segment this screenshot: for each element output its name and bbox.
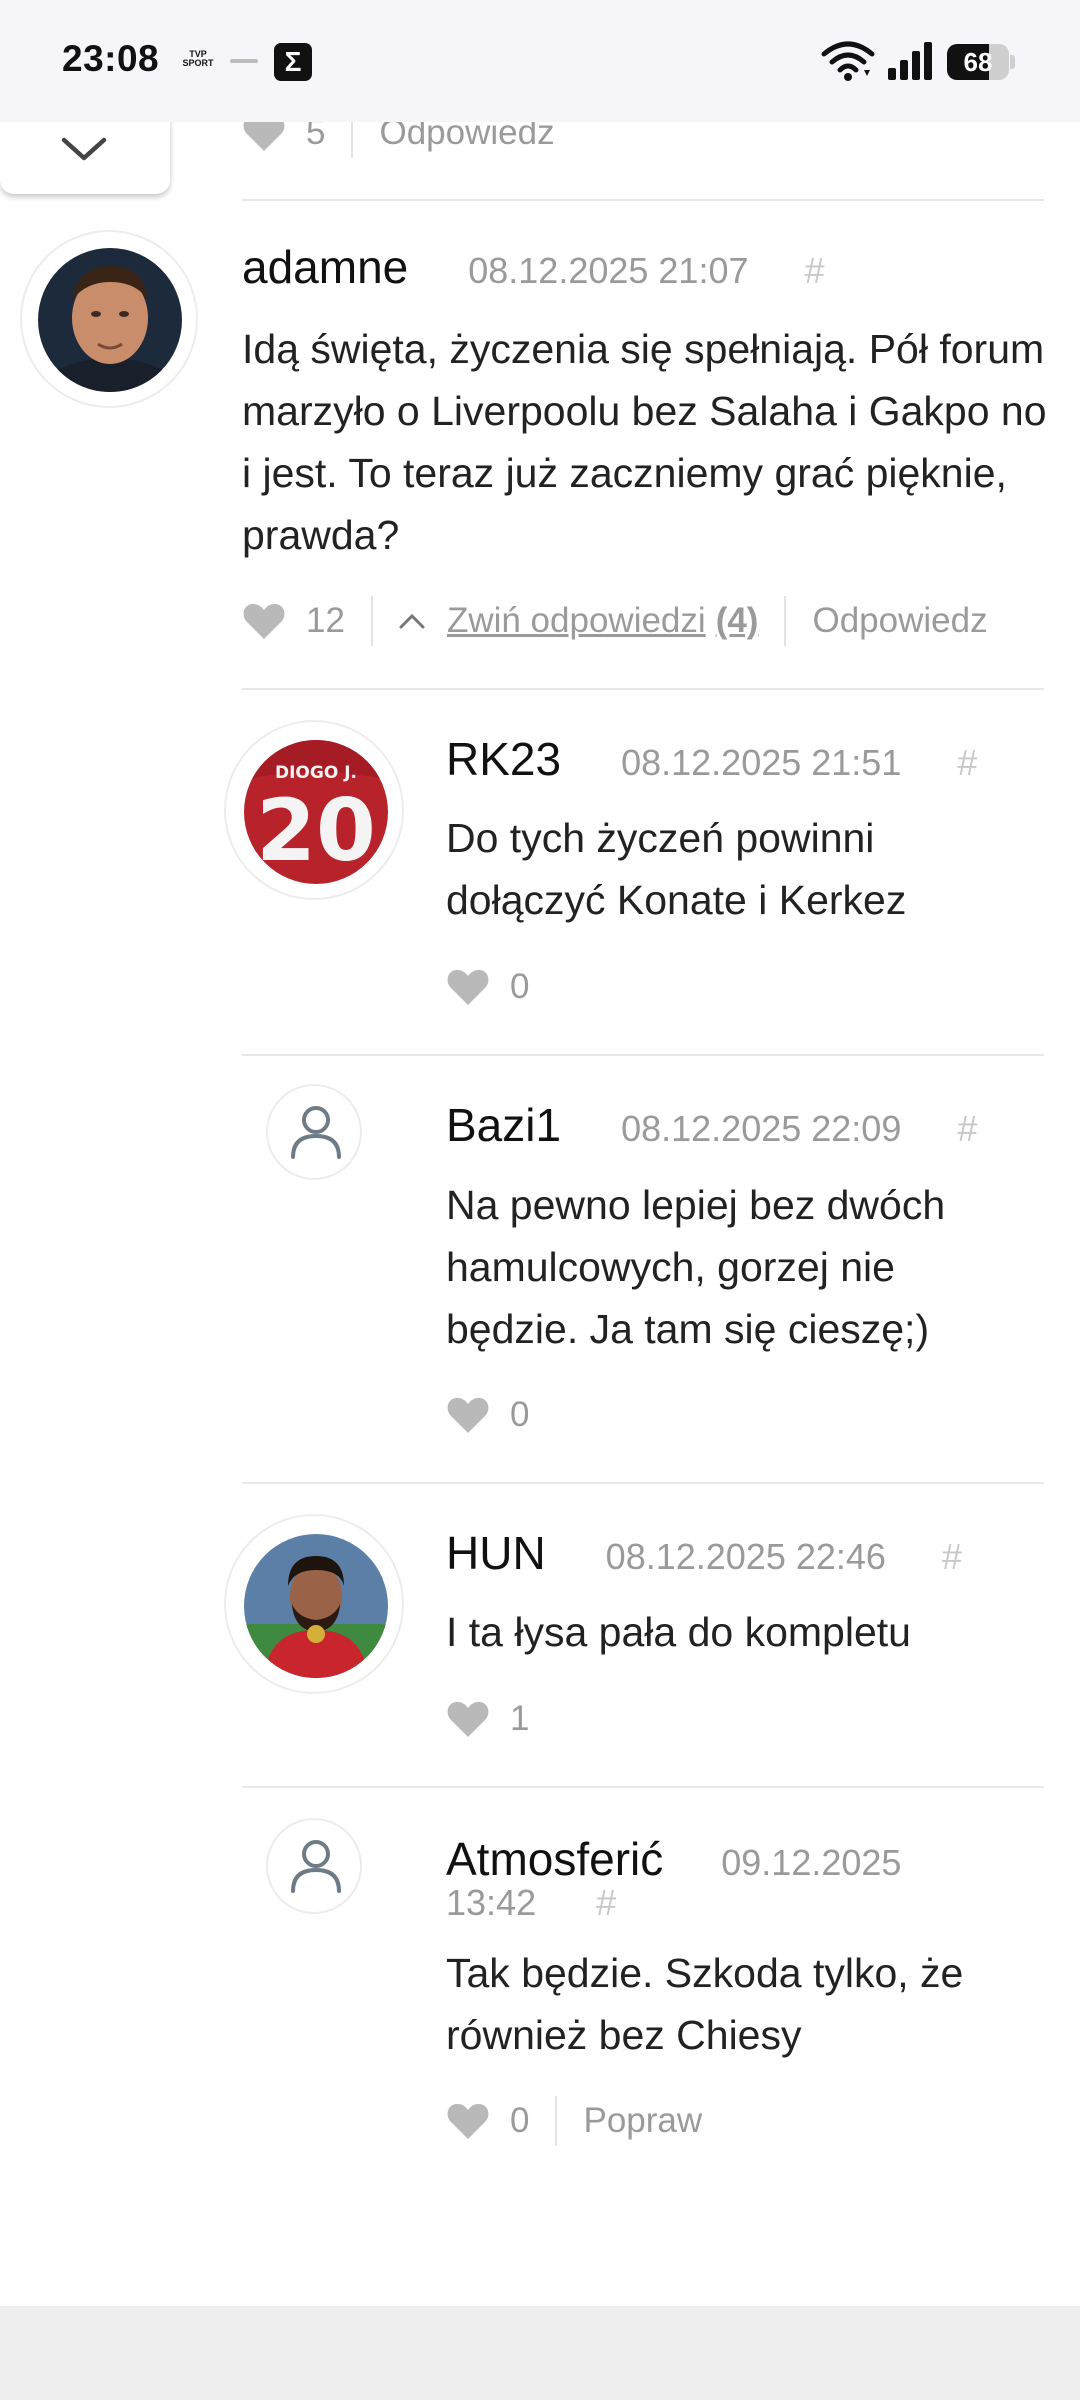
jersey-avatar: DIOGO J. 20: [244, 740, 388, 884]
collapse-replies-button[interactable]: Zwiń odpowiedzi (4): [399, 601, 759, 641]
user-icon: [291, 1106, 341, 1159]
heart-icon[interactable]: [446, 967, 490, 1007]
reply-button[interactable]: Odpowiedz: [812, 601, 987, 641]
tvp-sport-app-icon: TVP SPORT: [182, 49, 214, 68]
avatar-placeholder[interactable]: [266, 1084, 362, 1180]
heart-icon[interactable]: [446, 1699, 490, 1739]
like-count: 0: [510, 967, 530, 1006]
divider: [242, 1482, 1044, 1484]
comment-actions: 0 Popraw: [446, 2096, 702, 2146]
comment-date: 08.12.2025 22:09: [621, 1108, 902, 1149]
bottom-bar: [0, 2306, 1080, 2400]
divider: [242, 1786, 1044, 1788]
news-app-icon: [226, 44, 262, 78]
comment-header: Bazi1 08.12.2025 22:09 #: [446, 1098, 977, 1152]
avatar[interactable]: DIOGO J. 20: [224, 720, 404, 900]
comment-header: Atmosferić 09.12.2025: [446, 1832, 901, 1886]
heart-icon[interactable]: [242, 601, 286, 641]
comment-actions: 0: [446, 962, 529, 1012]
comment-time: 13:42: [446, 1882, 537, 1923]
heart-icon[interactable]: [446, 1395, 490, 1435]
divider: [242, 1054, 1044, 1056]
comment-date: 09.12.2025: [721, 1842, 902, 1883]
like-count: 0: [510, 2101, 530, 2140]
permalink-link[interactable]: #: [957, 742, 977, 784]
chevron-up-icon: [399, 613, 425, 629]
user-photo-avatar: [38, 248, 182, 392]
battery-percent: 68: [963, 47, 993, 77]
signal-icon: [888, 42, 932, 80]
permalink-link[interactable]: #: [805, 250, 825, 292]
comment-actions: 12 Zwiń odpowiedzi (4) Odpowiedz: [242, 596, 988, 646]
divider: [784, 596, 787, 646]
comment-text: I ta łysa pała do kompletu: [446, 1609, 911, 1655]
comment-header: HUN 08.12.2025 22:46 #: [446, 1526, 962, 1580]
comment-text: Na pewno lepiej bez dwóch hamulcowych, g…: [446, 1182, 946, 1352]
comment-text: Do tych życzeń powinni dołączyć Konate i…: [446, 815, 907, 923]
username[interactable]: adamne: [242, 240, 408, 294]
avatar-placeholder[interactable]: [266, 1818, 362, 1914]
avatar[interactable]: [20, 230, 198, 408]
divider: [242, 199, 1044, 201]
sigma-app-icon: Σ: [274, 43, 312, 81]
status-bar: 23:08 TVP SPORT Σ 68: [0, 0, 1080, 122]
divider: [370, 596, 373, 646]
user-photo-avatar: [244, 1534, 388, 1678]
permalink-link[interactable]: #: [596, 1882, 616, 1924]
divider: [242, 688, 1044, 690]
edit-button[interactable]: Popraw: [583, 2101, 702, 2141]
avatar[interactable]: [224, 1514, 404, 1694]
username[interactable]: RK23: [446, 732, 561, 786]
user-icon: [291, 1840, 341, 1893]
comment-date: 08.12.2025 21:07: [468, 250, 749, 291]
comment-header-line2: 13:42 #: [446, 1882, 616, 1924]
status-time: 23:08: [62, 38, 160, 79]
like-count: 0: [510, 1395, 530, 1434]
chevron-down-icon: [61, 137, 107, 161]
collapse-replies-label: Zwiń odpowiedzi: [446, 601, 706, 640]
like-count: 12: [306, 601, 345, 640]
replies-count: (4): [715, 601, 759, 640]
svg-text:20: 20: [256, 781, 376, 881]
comment-text: Tak będzie. Szkoda tylko, że również bez…: [446, 1950, 964, 2058]
comment-text: Idą święta, życzenia się spełniają. Pół …: [242, 326, 1047, 558]
permalink-link[interactable]: #: [957, 1108, 977, 1150]
divider: [555, 2096, 558, 2146]
comment-actions: 1: [446, 1694, 529, 1744]
like-count: 1: [510, 1699, 530, 1738]
wifi-icon: [821, 41, 875, 81]
username[interactable]: HUN: [446, 1526, 546, 1580]
username[interactable]: Atmosferić: [446, 1832, 663, 1886]
username[interactable]: Bazi1: [446, 1098, 561, 1152]
comment-date: 08.12.2025 22:46: [605, 1536, 886, 1577]
svg-text:DIOGO J.: DIOGO J.: [275, 763, 357, 783]
comment-date: 08.12.2025 21:51: [621, 742, 902, 783]
battery-icon: 68: [947, 44, 1015, 80]
comment-header: adamne 08.12.2025 21:07 #: [242, 240, 825, 294]
comment-header: RK23 08.12.2025 21:51 #: [446, 732, 977, 786]
heart-icon[interactable]: [446, 2101, 490, 2141]
permalink-link[interactable]: #: [942, 1536, 962, 1578]
comment-actions: 0: [446, 1390, 529, 1440]
